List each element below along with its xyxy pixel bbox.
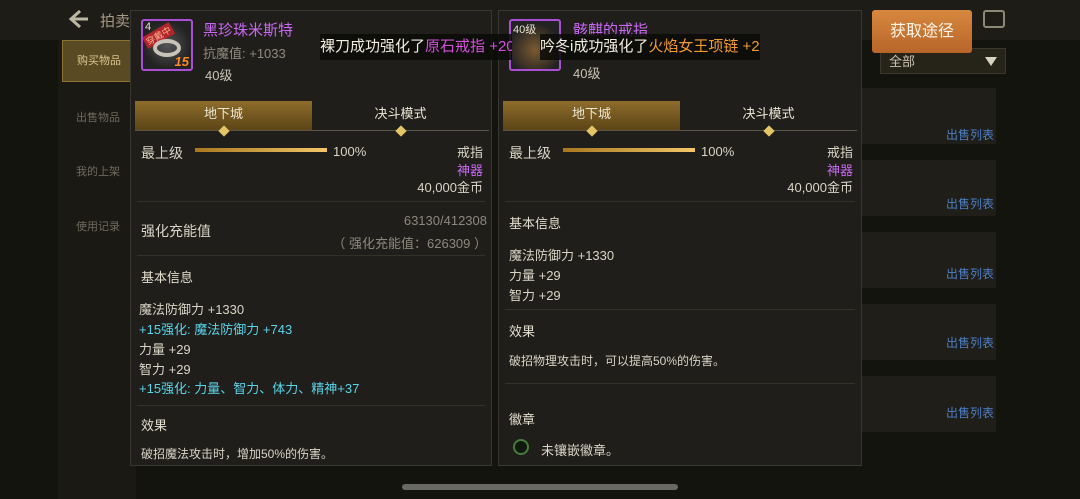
magic-resist: 抗魔值: +1033	[203, 46, 286, 61]
tab-dungeon[interactable]: 地下城	[135, 101, 312, 137]
ring-item-icon: 4 穿戴中 15	[141, 19, 193, 71]
grade-bar	[563, 148, 695, 152]
stat-line: 智力 +29	[509, 288, 561, 303]
stat-line: 力量 +29	[509, 268, 561, 283]
list-item[interactable]	[860, 304, 996, 360]
divider	[505, 201, 855, 202]
grade-percent: 100%	[333, 144, 367, 159]
broadcast-banner-right: 吟冬i成功强化了火焰女王项链 +2(	[540, 34, 760, 60]
stat-line: 魔法防御力 +1330	[139, 302, 245, 317]
charge-label: 强化充能值	[141, 223, 211, 239]
emblem-text: 未镶嵌徽章。	[541, 443, 620, 458]
item-name: 黑珍珠米斯特	[203, 22, 294, 39]
grade-bar	[195, 148, 327, 152]
grade-label: 最上级	[141, 145, 183, 161]
sidebar-item-my-listings[interactable]: 我的上架	[62, 152, 134, 192]
diamond-icon	[394, 125, 407, 137]
emblem-slot-icon	[513, 439, 529, 455]
mode-tabs: 地下城 决斗模式	[503, 101, 857, 137]
divider	[137, 405, 485, 406]
chat-icon[interactable]	[983, 10, 1005, 28]
tab-duel[interactable]: 决斗模式	[680, 101, 857, 137]
icon-level: 40级	[513, 24, 537, 36]
icon-level: 4	[145, 21, 152, 33]
item-tooltip-equipped: 4 穿戴中 15 黑珍珠米斯特 抗魔值: +1033 40级 地下城 决斗模式 …	[130, 10, 492, 466]
divider	[505, 383, 855, 384]
basic-info-title: 基本信息	[141, 270, 194, 285]
diamond-icon	[585, 125, 598, 137]
stat-line: 智力 +29	[139, 362, 191, 377]
effect-title: 效果	[509, 324, 536, 339]
effect-text: 破招魔法攻击时，增加50%的伤害。	[141, 447, 334, 461]
item-level: 40级	[205, 68, 233, 83]
item-price: 40,000金币	[417, 180, 483, 195]
mode-tabs: 地下城 决斗模式	[135, 101, 489, 137]
divider	[505, 309, 855, 310]
grade-label: 最上级	[509, 145, 551, 161]
sell-list-link[interactable]: 出售列表	[946, 195, 994, 212]
item-price: 40,000金币	[787, 180, 853, 195]
stat-line: 力量 +29	[139, 342, 191, 357]
sidebar-item-sell[interactable]: 出售物品	[62, 98, 134, 138]
divider	[137, 255, 485, 256]
divider	[137, 201, 485, 202]
charge-value: 63130/412308	[403, 213, 487, 228]
item-type: 戒指	[456, 145, 483, 160]
sell-list-link[interactable]: 出售列表	[946, 126, 994, 143]
item-tooltip-compare: 40级 骸麒的戒指 40级 地下城 决斗模式 最上级 100% 戒指 神器 40…	[498, 10, 862, 466]
item-level: 40级	[573, 66, 601, 81]
diamond-icon	[762, 125, 775, 137]
grade-percent: 100%	[701, 144, 735, 159]
broadcast-banner-left: 裸刀成功强化了原石戒指 +20	[320, 34, 512, 60]
effect-text: 破招物理攻击时，可以提高50%的伤害。	[509, 354, 726, 368]
stat-line-enhance: +15强化: 魔法防御力 +743	[139, 322, 293, 337]
diamond-icon	[217, 125, 230, 137]
stat-line-enhance: +15强化: 力量、智力、体力、精神+37	[139, 381, 360, 396]
tab-dungeon[interactable]: 地下城	[503, 101, 680, 137]
item-type: 戒指	[826, 145, 853, 160]
sidebar-item-history[interactable]: 使用记录	[62, 207, 134, 247]
emblem-title: 徽章	[509, 412, 536, 427]
home-indicator[interactable]	[402, 484, 678, 490]
basic-info-title: 基本信息	[509, 216, 562, 231]
sell-list-link[interactable]: 出售列表	[946, 404, 994, 421]
back-arrow-icon[interactable]	[66, 8, 90, 30]
charge-detail: （ 强化充能值：626309 ）	[332, 236, 487, 251]
filter-dropdown-value: 全部	[889, 54, 916, 69]
tab-duel[interactable]: 决斗模式	[312, 101, 489, 137]
effect-title: 效果	[141, 418, 168, 433]
chevron-down-icon	[985, 57, 997, 66]
sell-list-link[interactable]: 出售列表	[946, 334, 994, 351]
stat-line: 魔法防御力 +1330	[509, 248, 615, 263]
sidebar-item-buy[interactable]: 购买物品	[62, 40, 136, 82]
enhance-level: 15	[174, 54, 189, 69]
acquire-method-button[interactable]: 获取途径	[872, 10, 972, 53]
page-title: 拍卖	[100, 13, 131, 30]
sell-list-link[interactable]: 出售列表	[946, 265, 994, 282]
